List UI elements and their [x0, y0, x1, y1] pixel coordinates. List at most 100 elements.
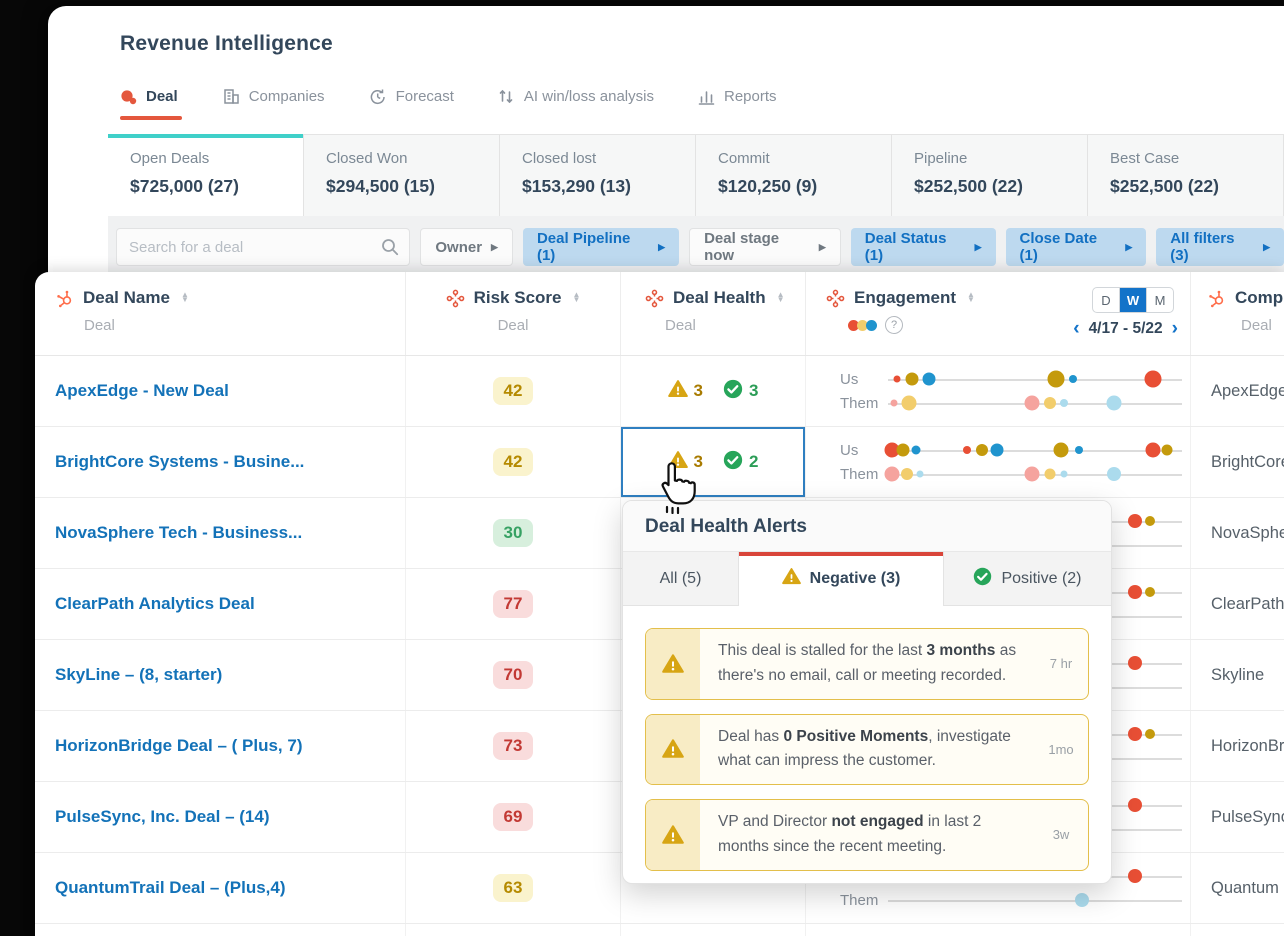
search-input[interactable]	[116, 228, 411, 266]
companies-icon	[222, 88, 240, 105]
card-label: Closed lost	[522, 150, 597, 167]
sort-icon[interactable]: ▲ ▼	[967, 291, 975, 304]
warning-icon	[781, 567, 801, 591]
filter-button-all-filters-3-[interactable]: All filters (3) ▶	[1156, 228, 1284, 266]
alert-card[interactable]: VP and Director not engaged in last 2 mo…	[645, 799, 1089, 871]
deal-name-link[interactable]: ApexEdge - New Deal	[55, 381, 229, 401]
popover-tab-negative-3-[interactable]: Negative (3)	[739, 552, 943, 606]
card-label: Best Case	[1110, 150, 1180, 167]
check-icon	[723, 379, 743, 404]
popover-alert-list: This deal is stalled for the last 3 mont…	[623, 606, 1111, 883]
filter-button-close-date-1-[interactable]: Close Date (1) ▶	[1005, 228, 1147, 266]
engagement-dot	[1107, 467, 1122, 481]
company-name: BrightCore	[1211, 452, 1284, 471]
summary-card-best-case[interactable]: Best Case $252,500 (22)	[1088, 135, 1284, 217]
positive-alerts[interactable]: 2	[723, 450, 758, 475]
filter-button-deal-stage-now[interactable]: Deal stage now ▶	[689, 228, 841, 266]
engagement-dot	[1127, 514, 1142, 528]
filter-button-deal-status-1-[interactable]: Deal Status (1) ▶	[850, 228, 996, 266]
column-header-company[interactable]: Comp Deal	[1190, 272, 1284, 355]
alert-card[interactable]: Deal has 0 Positive Moments, investigate…	[645, 713, 1089, 786]
risk-score-badge: 42	[493, 377, 533, 405]
engagement-dot	[1024, 466, 1040, 482]
deal-health-cell[interactable]: 32	[620, 427, 805, 497]
engagement-dot	[893, 375, 901, 383]
deal-health-cell[interactable]	[620, 924, 805, 936]
nav-tab-companies[interactable]: Companies	[222, 88, 325, 105]
crm-icon	[645, 289, 664, 308]
summary-card-open-deals[interactable]: Open Deals $725,000 (27)	[108, 134, 304, 217]
caret-right-icon: ▶	[818, 241, 826, 252]
caret-right-icon: ▶	[658, 241, 666, 252]
filter-button-label: All filters (3)	[1170, 230, 1235, 264]
period-option-w[interactable]: W	[1119, 288, 1146, 312]
nav-tab-deal[interactable]: Deal	[120, 88, 182, 120]
sort-icon[interactable]: ▲ ▼	[181, 291, 189, 304]
deal-name-link[interactable]: BrightCore Systems - Busine...	[55, 452, 304, 472]
summary-card-closed-lost[interactable]: Closed lost $153,290 (13)	[500, 135, 696, 217]
engagement-dot	[890, 399, 898, 407]
deal-name-link[interactable]: SkyLine – (8, starter)	[55, 665, 222, 685]
column-subtitle: Deal	[84, 317, 115, 334]
warning-icon	[667, 450, 688, 475]
deal-name-link[interactable]: NovaSphere Tech - Business...	[55, 523, 302, 543]
page-title: Revenue Intelligence	[120, 32, 333, 55]
popover-tab-label: All (5)	[659, 569, 702, 587]
filter-button-label: Close Date (1)	[1019, 230, 1098, 264]
engagement-side-label: Us	[840, 370, 859, 388]
positive-alerts[interactable]: 3	[723, 379, 758, 404]
deal-name-link[interactable]: ClearPath Analytics Deal	[55, 594, 255, 614]
card-value: $252,500 (22)	[914, 176, 1023, 196]
table-row: ApexEdge - New Deal 42 3 3 Us Them ApexEdge	[35, 356, 1284, 427]
period-option-d[interactable]: D	[1093, 288, 1119, 312]
card-label: Pipeline	[914, 150, 968, 167]
nav-tab-ai-win-loss-analysis[interactable]: AI win/loss analysis	[498, 88, 654, 105]
deal-name-link[interactable]: PulseSync, Inc. Deal – (14)	[55, 807, 269, 827]
summary-card-pipeline[interactable]: Pipeline $252,500 (22)	[892, 135, 1088, 217]
crm-icon	[826, 289, 845, 308]
table-row: BrightCore Systems - Busine... 42 3 2 Us Them…	[35, 427, 1284, 498]
nav-tab-label: Companies	[248, 88, 325, 105]
engagement-dot	[1044, 468, 1056, 480]
company-name: Skyline	[1211, 665, 1265, 684]
sort-icon[interactable]: ▲ ▼	[572, 291, 580, 304]
sort-icon[interactable]: ▲ ▼	[777, 291, 785, 304]
engagement-timeline	[888, 395, 1182, 412]
engagement-dot	[1060, 399, 1069, 407]
engagement-dot	[1145, 442, 1161, 458]
nav-tab-reports[interactable]: Reports	[698, 88, 777, 105]
negative-alerts[interactable]: 3	[667, 450, 703, 475]
company-cell: HorizonBr	[1190, 711, 1284, 781]
company-name: HorizonBr	[1211, 736, 1284, 755]
engagement-dot	[901, 468, 914, 480]
deal-name-link[interactable]: HorizonBridge Deal – ( Plus, 7)	[55, 736, 303, 756]
period-option-m[interactable]: M	[1146, 288, 1173, 312]
filter-button-deal-pipeline-1-[interactable]: Deal Pipeline (1) ▶	[522, 228, 680, 266]
engagement-timeline	[884, 442, 1182, 459]
filter-button-owner[interactable]: Owner ▶	[420, 228, 513, 266]
deal-name-cell: NovaSphere Tech - Business...	[35, 498, 405, 568]
engagement-dot	[911, 445, 921, 455]
date-range: 4/17 - 5/22	[1088, 319, 1163, 337]
chevron-left-icon[interactable]: ‹	[1073, 319, 1079, 338]
negative-alerts[interactable]: 3	[667, 379, 703, 404]
column-header-risk-score[interactable]: Risk Score ▲ ▼ Deal	[405, 272, 620, 355]
column-header-deal-health[interactable]: Deal Health ▲ ▼ Deal	[620, 272, 805, 355]
popover-tab-all-5-[interactable]: All (5)	[623, 552, 739, 605]
alert-age: 7 hr	[1049, 656, 1073, 672]
company-name: ClearPath	[1211, 594, 1284, 613]
alert-card[interactable]: This deal is stalled for the last 3 mont…	[645, 628, 1089, 700]
summary-card-closed-won[interactable]: Closed Won $294,500 (15)	[304, 135, 500, 217]
deal-name-link[interactable]: QuantumTrail Deal – (Plus,4)	[55, 878, 286, 898]
help-icon[interactable]: ?	[885, 316, 903, 334]
risk-score-badge: 30	[493, 519, 533, 547]
column-header-engagement[interactable]: Engagement ▲ ▼ ? DWM ‹ 4/17 - 5/22 ›	[805, 272, 1190, 355]
deal-health-cell[interactable]: 33	[620, 356, 805, 426]
table-header: Deal Name ▲ ▼ Deal Risk Score ▲ ▼ Deal Dea…	[35, 272, 1284, 356]
summary-card-commit[interactable]: Commit $120,250 (9)	[696, 135, 892, 217]
column-header-deal-name[interactable]: Deal Name ▲ ▼ Deal	[35, 272, 405, 355]
engagement-dot	[916, 470, 924, 478]
nav-tab-forecast[interactable]: Forecast	[369, 88, 454, 105]
popover-tab-positive-2-[interactable]: Positive (2)	[943, 552, 1111, 605]
chevron-right-icon[interactable]: ›	[1172, 319, 1178, 338]
